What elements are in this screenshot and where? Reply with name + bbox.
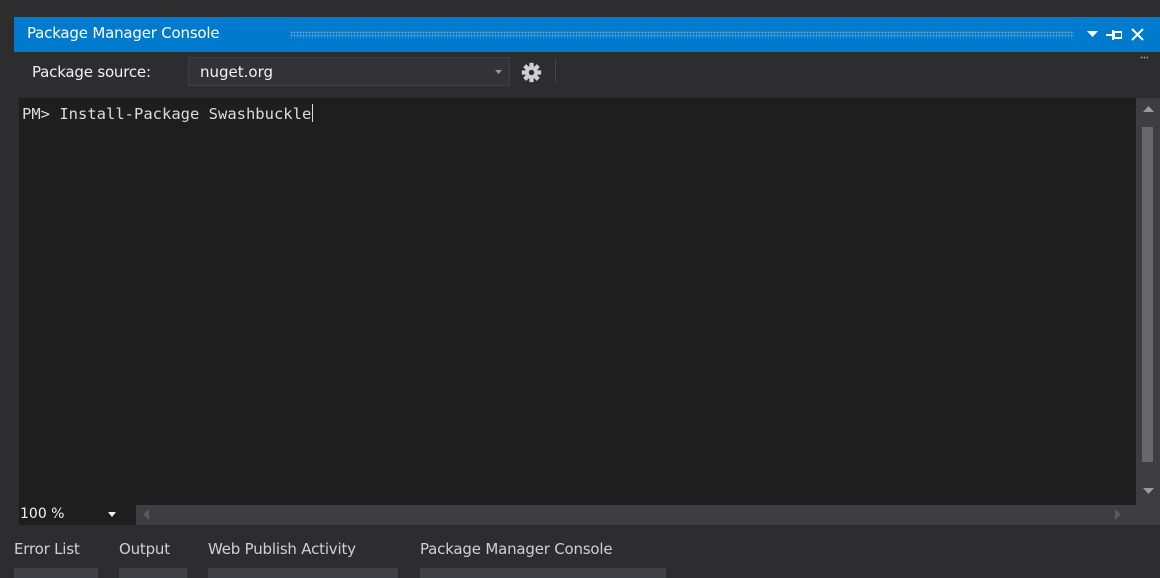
tab-underline [119, 568, 187, 578]
window-title: Package Manager Console [27, 24, 220, 42]
tab-label: Package Manager Console [420, 540, 613, 558]
close-button[interactable] [1127, 17, 1147, 52]
title-bar-grip [290, 31, 1074, 38]
toolbar-overflow-icon[interactable] [1140, 56, 1148, 59]
console-prompt: PM> [22, 105, 50, 123]
toolbar-separator [555, 59, 556, 83]
tab-error-list[interactable]: Error List [14, 537, 98, 578]
zoom-dropdown[interactable]: 100 % [19, 505, 136, 525]
text-caret [312, 104, 314, 122]
chevron-down-icon [108, 512, 116, 517]
console-toolbar: Package source: nuget.org [14, 52, 1160, 91]
scroll-right-icon[interactable] [1115, 509, 1121, 520]
vertical-scroll-thumb[interactable] [1142, 127, 1153, 462]
tab-underline [14, 568, 98, 578]
tab-package-manager-console[interactable]: Package Manager Console [420, 537, 666, 578]
auto-hide-button[interactable] [1104, 17, 1124, 52]
package-manager-console-window: Package Manager Console Package source: … [14, 17, 1160, 578]
pin-icon [1106, 29, 1122, 40]
package-source-label: Package source: [32, 63, 151, 81]
package-source-dropdown[interactable]: nuget.org [188, 57, 510, 86]
vertical-scrollbar[interactable] [1136, 98, 1160, 505]
scroll-up-button[interactable] [1136, 102, 1160, 116]
tab-label: Error List [14, 540, 80, 558]
gear-icon [521, 62, 541, 82]
tab-output[interactable]: Output [119, 537, 187, 578]
horizontal-scrollbar[interactable]: 100 % [19, 505, 1160, 525]
scroll-down-button[interactable] [1136, 484, 1160, 498]
console-command-line: PM> Install-Package Swashbuckle [22, 104, 314, 124]
scroll-left-icon[interactable] [143, 509, 149, 520]
package-source-value: nuget.org [200, 63, 274, 81]
tab-web-publish-activity[interactable]: Web Publish Activity [208, 537, 398, 578]
window-menu-button[interactable] [1082, 17, 1102, 52]
tool-window-tabs: Error List Output Web Publish Activity P… [14, 537, 1160, 578]
zoom-value: 100 % [20, 506, 65, 522]
settings-button[interactable] [518, 59, 544, 85]
scroll-up-icon [1142, 106, 1154, 112]
scroll-down-icon [1142, 488, 1154, 494]
tab-underline [420, 568, 666, 578]
close-icon [1130, 28, 1144, 41]
chevron-down-icon [494, 69, 502, 74]
package-source-arrow[interactable] [487, 58, 509, 85]
chevron-down-icon [1086, 31, 1098, 37]
tab-label: Output [119, 540, 170, 558]
tab-label: Web Publish Activity [208, 540, 356, 558]
console-command-text: Install-Package Swashbuckle [59, 105, 312, 123]
title-bar[interactable]: Package Manager Console [14, 17, 1160, 52]
tab-underline [208, 568, 398, 578]
console-output[interactable]: PM> Install-Package Swashbuckle [19, 98, 1136, 505]
